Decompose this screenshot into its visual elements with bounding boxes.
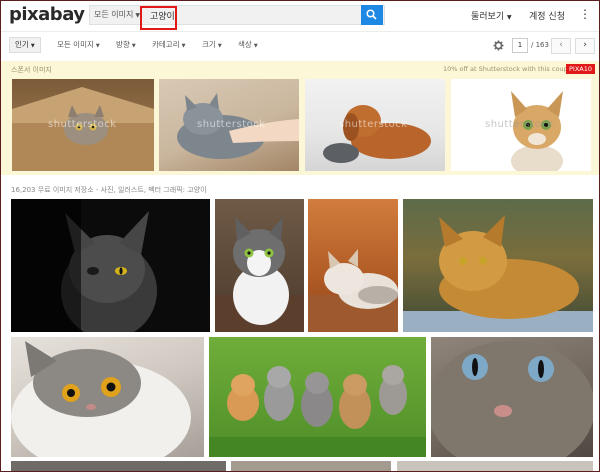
browse-label: 둘러보기 — [471, 12, 505, 22]
coupon-code-badge: PIXA10 — [566, 64, 596, 74]
filter-label: 크기 — [202, 40, 216, 49]
filter-color[interactable]: 색상 ▼ — [238, 39, 258, 50]
gear-icon[interactable] — [493, 40, 504, 51]
fluffy-cat-closeup-illustration — [11, 341, 191, 457]
result-image-5[interactable] — [11, 337, 204, 457]
filter-image-type[interactable]: 모든 이미지 ▼ — [57, 39, 100, 50]
chevron-down-icon: ▼ — [95, 43, 100, 49]
watermark: shutterstock — [339, 119, 408, 130]
filter-label: 모든 이미지 — [57, 40, 94, 49]
sponsored-image-2[interactable]: shutterstock — [159, 79, 299, 171]
filter-size[interactable]: 크기 ▼ — [202, 39, 222, 50]
coupon-promo[interactable]: 10% off at Shutterstock with this coupon — [443, 65, 576, 73]
result-image-4[interactable] — [403, 199, 593, 332]
watermark: shutterstock — [197, 119, 266, 130]
sort-label: 인기 — [15, 40, 29, 49]
results-summary: 16,203 무료 이미지 저장소 - 사진, 일러스트, 벡터 그래픽: 고양… — [11, 186, 207, 194]
result-image-9[interactable] — [231, 461, 391, 471]
result-image-2[interactable] — [215, 199, 304, 332]
sponsored-image-4[interactable]: shutterstock — [451, 79, 591, 171]
watermark: shutterstock — [485, 119, 554, 130]
filter-label: 색상 — [238, 40, 252, 49]
search-button[interactable] — [361, 5, 383, 25]
result-image-10[interactable] — [397, 461, 593, 471]
result-image-3[interactable] — [308, 199, 398, 332]
chevron-down-icon: ▼ — [181, 43, 186, 49]
top-header: pixabay 모든 이미지▼ 둘러보기 ▼ 계정 신청 ⋮ — [1, 1, 599, 32]
filter-label: 방향 — [116, 40, 130, 49]
chevron-down-icon: ▼ — [30, 43, 35, 49]
filter-orientation[interactable]: 방향 ▼ — [116, 39, 136, 50]
kittens-on-grass-illustration — [209, 365, 426, 457]
browse-menu[interactable]: 둘러보기 ▼ — [471, 9, 512, 22]
sponsored-image-1[interactable]: shutterstock — [12, 79, 154, 171]
pixabay-logo[interactable]: pixabay — [9, 4, 85, 25]
sponsored-images: 스폰서 이미지 10% off at Shutterstock with thi… — [1, 61, 599, 175]
chevron-down-icon: ▼ — [253, 43, 258, 49]
filter-category[interactable]: 카테고리 ▼ — [152, 39, 185, 50]
black-cat-illustration — [11, 199, 157, 332]
page-total: / 163 — [531, 41, 549, 49]
next-page-button[interactable]: › — [575, 38, 595, 54]
search-bar: 모든 이미지 ▼ — [89, 5, 385, 25]
filter-label: 카테고리 — [152, 40, 180, 49]
browser-frame: pixabay 모든 이미지▼ 둘러보기 ▼ 계정 신청 ⋮ 인기▼ 모든 이미… — [0, 0, 600, 472]
page-number-input[interactable]: 1 — [512, 38, 528, 53]
search-icon — [366, 9, 377, 20]
sort-dropdown[interactable]: 인기 ▼ — [9, 37, 41, 53]
prev-page-button[interactable]: ‹ — [551, 38, 571, 54]
chevron-down-icon: ▼ — [131, 43, 136, 49]
chevron-down-icon: ▼ — [217, 43, 222, 49]
result-image-7[interactable] — [431, 337, 593, 457]
lying-cat-illustration — [308, 249, 398, 332]
search-query-highlight — [140, 6, 177, 30]
sponsored-image-3[interactable]: shutterstock — [305, 79, 445, 171]
sponsored-label: 스폰서 이미지 — [11, 66, 52, 74]
result-image-1[interactable] — [11, 199, 210, 332]
filter-bar: 인기 ▼ 모든 이미지 ▼ 방향 ▼ 카테고리 ▼ 크기 ▼ 색상 ▼ 1 / 163 ‹ … — [1, 35, 599, 57]
search-type-dropdown[interactable]: 모든 이미지 ▼ — [94, 9, 140, 20]
blue-eyed-cat-illustration — [431, 341, 593, 457]
watermark: shutterstock — [48, 119, 117, 130]
result-image-8[interactable] — [11, 461, 226, 471]
join-link[interactable]: 계정 신청 — [529, 9, 565, 22]
more-menu-icon[interactable]: ⋮ — [579, 7, 591, 21]
result-image-6[interactable] — [209, 337, 426, 457]
search-type-label: 모든 이미지 — [94, 10, 134, 19]
chevron-down-icon: ▼ — [507, 14, 512, 21]
orange-longhair-cat-illustration — [403, 215, 593, 332]
tabby-white-cat-illustration — [215, 217, 304, 332]
search-input[interactable] — [146, 6, 354, 24]
